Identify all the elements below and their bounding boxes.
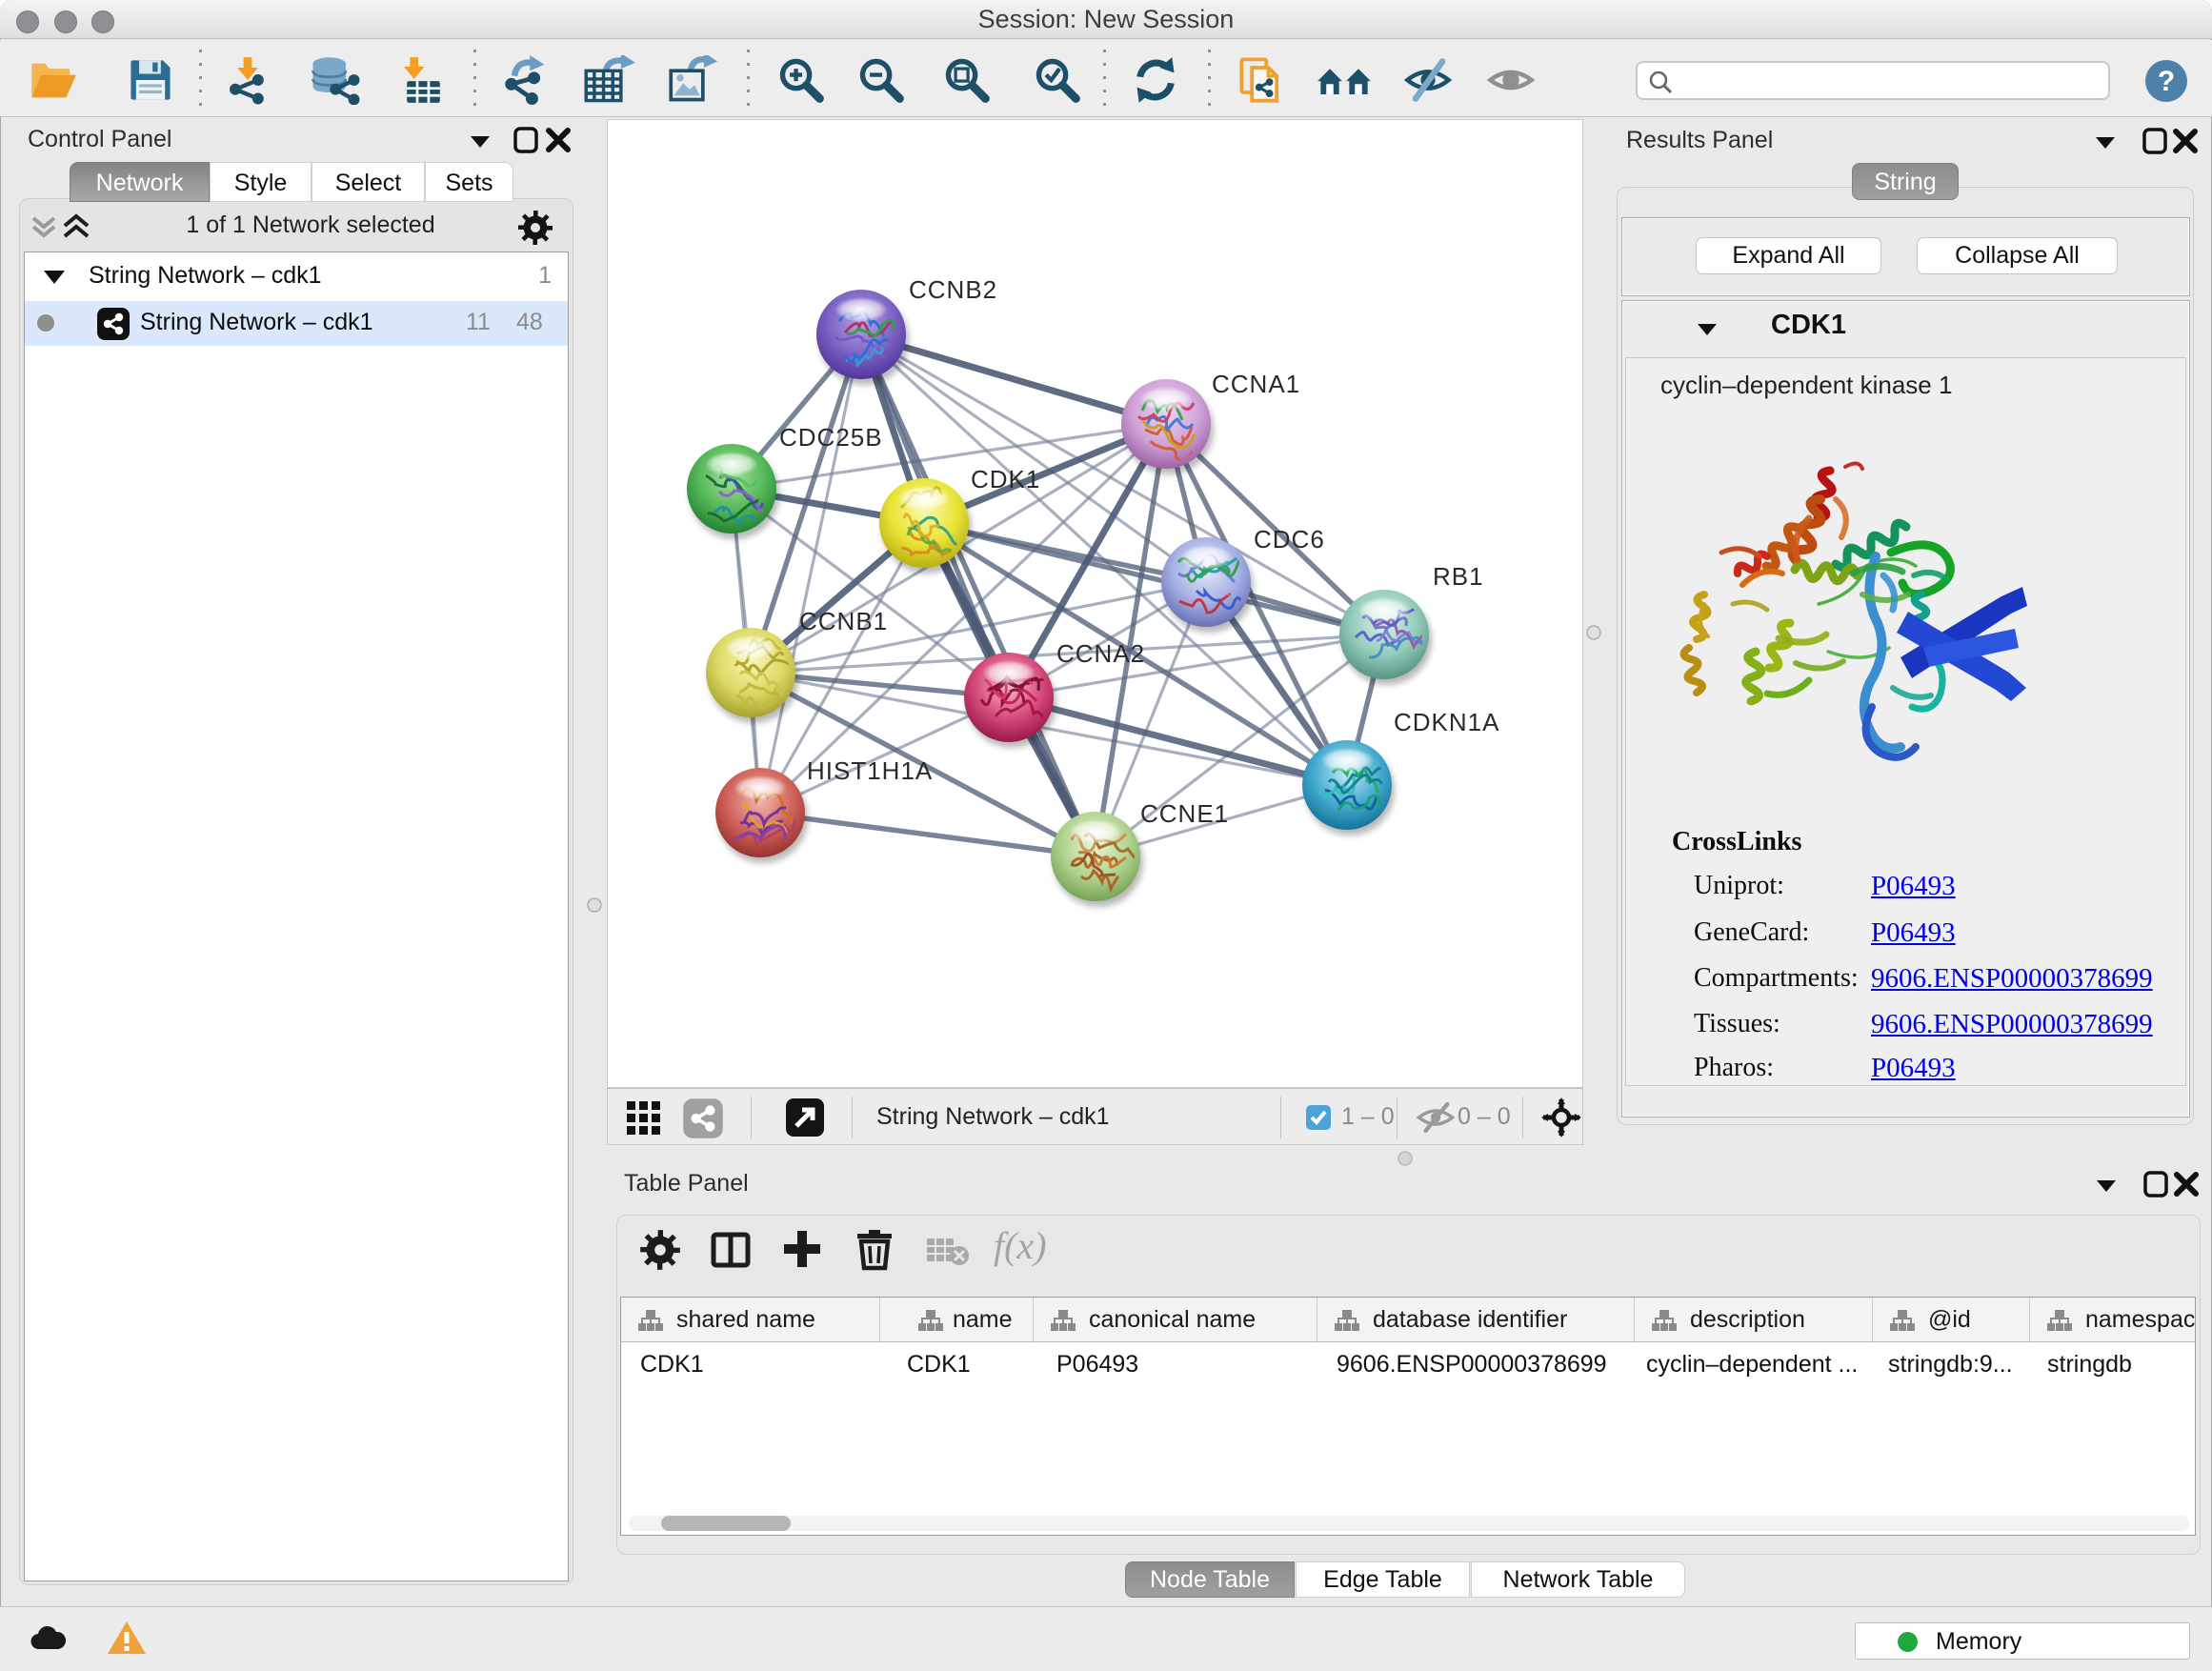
svg-text:?: ? [2158, 66, 2175, 97]
